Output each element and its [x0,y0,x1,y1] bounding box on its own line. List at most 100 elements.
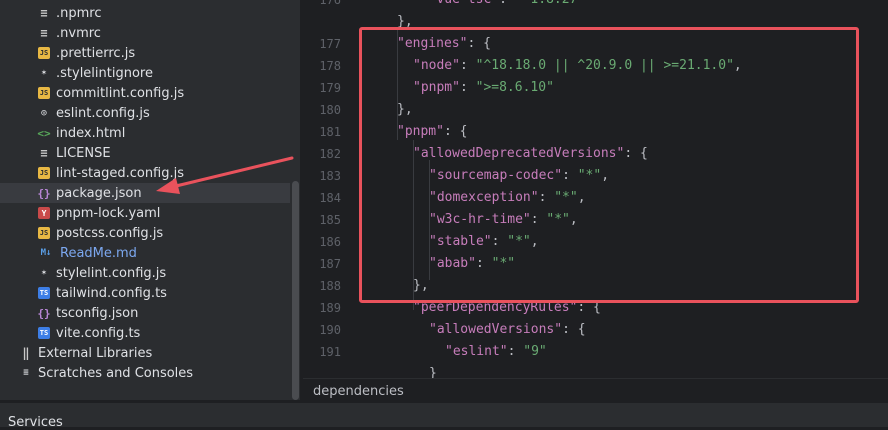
project-tree-item-label: stylelint.config.js [56,265,167,281]
project-tree-item-label: .nvmrc [56,25,101,41]
code-line: "abab": "*" [429,256,516,271]
project-tree-item-label: Scratches and Consoles [38,365,194,381]
project-tree-item-label: postcss.config.js [56,225,164,241]
project-tree-item-label: .npmrc [56,5,102,21]
stylelint-icon: ✶ [41,268,47,278]
services-tab[interactable]: Services [8,415,63,430]
project-tree-item[interactable]: ◎ eslint.config.js [0,103,290,123]
project-tree-item-label: commitlint.config.js [56,85,185,101]
project-tree-scrollbar[interactable] [292,181,299,400]
line-number: 178 [319,59,341,73]
code-line: "pnpm": ">=8.6.10" [413,80,554,95]
project-tree-item-label: eslint.config.js [56,105,150,121]
code-line: "pnpm": { [397,124,468,139]
project-tree-item[interactable]: M↓ ReadMe.md [0,243,290,263]
line-number: 186 [319,235,341,249]
code-line: "allowedVersions": { [429,322,586,337]
project-tree-item[interactable]: ≡ .npmrc [0,3,290,23]
line-number: 183 [319,169,341,183]
indent-guide [413,140,414,310]
code-line: "eslint": "9" [445,344,547,359]
code-line: "node": "^18.18.0 || ^20.9.0 || >=21.1.0… [413,58,742,73]
line-number: 185 [319,213,341,227]
javascript-file-icon: JS [38,47,50,59]
line-number: 179 [319,81,341,95]
project-tree-item[interactable]: JS .prettierrc.js [0,43,290,63]
code-line: "w3c-hr-time": "*", [429,212,578,227]
indent-guide [397,30,398,140]
line-number: 184 [319,191,341,205]
project-tree-item-label: External Libraries [38,345,153,361]
project-tree-item[interactable]: {} package.json [0,183,290,203]
javascript-file-icon: JS [38,227,50,239]
line-number: 177 [319,37,341,51]
project-tree-item-label: .prettierrc.js [56,45,136,61]
project-tree-item[interactable]: JS commitlint.config.js [0,83,290,103]
line-number: 182 [319,147,341,161]
project-tree-item-label: tsconfig.json [56,305,139,321]
project-tree-item-label: pnpm-lock.yaml [56,205,161,221]
code-line: "engines": { [397,36,491,51]
breadcrumb[interactable]: dependencies [303,378,888,403]
code-line: "vue-tsc": "^1.8.27" [413,0,586,7]
project-tree-item[interactable]: ✶ stylelint.config.js [0,263,290,283]
project-tree-item-label: index.html [56,125,126,141]
project-tree-item-label: package.json [56,185,142,201]
line-number: 189 [319,301,341,315]
code-line: }, [397,102,413,117]
project-tree-item[interactable]: JS lint-staged.config.js [0,163,290,183]
json-file-icon: {} [37,306,51,320]
project-tree-item[interactable]: ≡ Scratches and Consoles [0,363,290,383]
code-line: }, [413,278,429,293]
project-tree-item[interactable]: ≡ .nvmrc [0,23,290,43]
javascript-file-icon: JS [38,87,50,99]
html-file-icon: <> [37,126,51,140]
library-icon: ‖ [22,346,30,360]
project-tree-item[interactable]: TS vite.config.ts [0,323,290,343]
project-tree-item-label: LICENSE [56,145,111,161]
stylelint-icon: ✶ [41,68,47,78]
project-tree-item[interactable]: ‖ External Libraries [0,343,290,363]
project-tree-item[interactable]: <> index.html [0,123,290,143]
typescript-file-icon: TS [38,327,50,339]
project-tree-item-label: vite.config.ts [56,325,141,341]
project-tree-item-label: lint-staged.config.js [56,165,185,181]
code-line: "sourcemap-codec": "*", [429,168,610,183]
text-file-icon: ≡ [40,146,48,160]
markdown-file-icon: M↓ [40,248,52,258]
text-file-icon: ≡ [40,26,48,40]
typescript-file-icon: TS [38,287,50,299]
line-number: 180 [319,103,341,117]
code-line: }, [397,14,413,29]
line-number: 176 [319,0,341,7]
project-tree-item[interactable]: {} tsconfig.json [0,303,290,323]
javascript-file-icon: JS [38,167,50,179]
line-number: 191 [319,345,341,359]
code-editor[interactable]: 176 177 178 179 180 181 182 183 184 185 186 187 188 1… [303,0,888,400]
json-file-icon: {} [37,186,51,200]
code-line: "peerDependencyRules": { [413,300,601,315]
project-tree-item[interactable]: ≡ LICENSE [0,143,290,163]
line-number: 188 [319,279,341,293]
indent-guide [429,160,430,280]
project-tree-item[interactable]: JS postcss.config.js [0,223,290,243]
project-tree-item-label: tailwind.config.ts [56,285,167,301]
code-line: "domexception": "*", [429,190,586,205]
bottom-panel-bar: Services [0,402,888,430]
project-tree-item[interactable]: Ypnpm-lock.yaml [0,203,290,223]
line-number: 187 [319,257,341,271]
project-tree-item[interactable]: ✶ .stylelintignore [0,63,290,83]
project-tree-item-label: ReadMe.md [60,245,137,261]
line-number: 190 [319,323,341,337]
code-line: "stable": "*", [429,234,539,249]
code-line: "allowedDeprecatedVersions": { [413,146,648,161]
line-number: 181 [319,125,341,139]
project-tree-item[interactable]: TS tailwind.config.ts [0,283,290,303]
breadcrumb-item[interactable]: dependencies [313,384,404,399]
eslint-icon: ◎ [41,108,47,118]
project-tree-item-label: .stylelintignore [56,65,153,81]
yaml-file-icon: Y [38,207,50,219]
scratches-icon: ≡ [23,368,29,378]
text-file-icon: ≡ [40,6,48,20]
project-tree-panel: ≡ .npmrc ≡ .nvmrc JS .prettierrc.js ✶ .stylelin… [0,0,300,400]
